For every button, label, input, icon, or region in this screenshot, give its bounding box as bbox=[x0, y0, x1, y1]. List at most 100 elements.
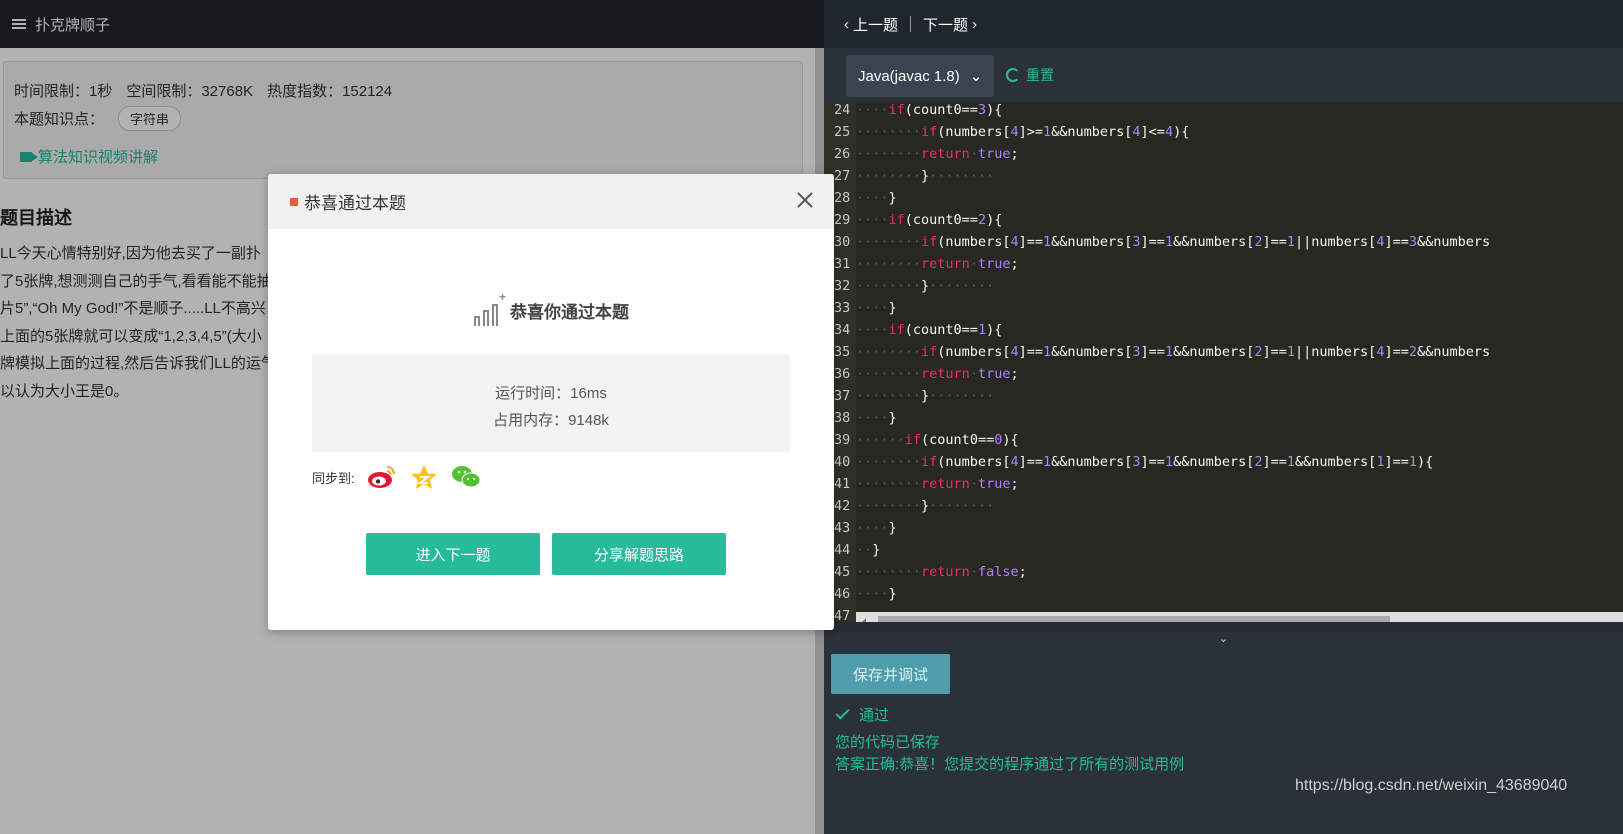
code-line[interactable]: 38 ····} bbox=[824, 407, 897, 429]
code-token: if bbox=[921, 124, 938, 140]
code-line[interactable]: 26 ········return·true; bbox=[824, 143, 1019, 165]
code-text: ····} bbox=[856, 300, 897, 316]
code-text: ····if(count0==3){ bbox=[856, 102, 1002, 118]
code-token: 4 bbox=[1010, 124, 1019, 140]
code-token: ){ bbox=[986, 322, 1003, 338]
code-token: 1 bbox=[1042, 454, 1052, 470]
code-text: ········return·true; bbox=[856, 476, 1019, 492]
indent-guide: ········ bbox=[856, 124, 922, 140]
code-text: ······if(count0==0){ bbox=[856, 432, 1019, 448]
code-token: } bbox=[888, 520, 897, 536]
reset-button[interactable]: 重置 bbox=[1006, 65, 1054, 85]
stats-box: 运行时间：16ms 占用内存：9148k bbox=[312, 354, 790, 452]
chevron-down-icon: ⌄ bbox=[969, 68, 983, 85]
run-time: 运行时间：16ms bbox=[495, 385, 607, 402]
code-line[interactable]: 35 ········if(numbers[4]==1&&numbers[3]==… bbox=[824, 341, 1490, 363]
code-line[interactable]: 33 ····} bbox=[824, 297, 897, 319]
code-token: ]== bbox=[1018, 234, 1043, 250]
code-text: ····if(count0==1){ bbox=[856, 322, 1002, 338]
indent-guide: ···· bbox=[856, 212, 889, 228]
code-token: ]== bbox=[1018, 344, 1043, 360]
code-line[interactable]: 30 ········if(numbers[4]==1&&numbers[3]==… bbox=[824, 231, 1490, 253]
code-token: ]== bbox=[1262, 344, 1287, 360]
language-value: Java(javac 1.8) bbox=[858, 67, 960, 85]
code-line[interactable]: 25 ········if(numbers[4]>=1&&numbers[4]<=… bbox=[824, 121, 1189, 143]
code-line[interactable]: 32 ········}········ bbox=[824, 275, 994, 297]
indent-guide: ······ bbox=[856, 432, 905, 448]
code-token: · bbox=[969, 476, 978, 492]
code-text: ········if(numbers[4]>=1&&numbers[4]<=4)… bbox=[856, 124, 1189, 140]
code-token: 1 bbox=[977, 322, 987, 338]
code-editor[interactable]: 24 ····if(count0==3){25 ········if(numbers… bbox=[824, 102, 1623, 622]
code-token: if bbox=[888, 102, 905, 118]
close-icon[interactable] bbox=[796, 191, 814, 209]
indent-guide: ···· bbox=[856, 586, 889, 602]
code-token: 1 bbox=[1286, 454, 1296, 470]
success-dialog: 恭喜通过本题 + 恭喜你通过本题 运行时间：16ms 占用内存：9148k 同步… bbox=[268, 174, 834, 630]
code-line[interactable]: 41 ········return·true; bbox=[824, 473, 1019, 495]
code-line[interactable]: 36 ········return·true; bbox=[824, 363, 1019, 385]
code-line[interactable]: 29 ····if(count0==2){ bbox=[824, 209, 1002, 231]
code-token: ]== bbox=[1384, 344, 1409, 360]
next-problem-button[interactable]: 进入下一题 bbox=[366, 533, 540, 575]
code-token: 3 bbox=[1132, 234, 1141, 250]
code-line[interactable]: 37 ········}········ bbox=[824, 385, 994, 407]
save-debug-button[interactable]: 保存并调试 bbox=[831, 654, 950, 694]
horizontal-scrollbar[interactable] bbox=[856, 612, 1623, 622]
code-line[interactable]: 34 ····if(count0==1){ bbox=[824, 319, 1002, 341]
prev-problem-link[interactable]: ‹ 上一题 bbox=[844, 14, 898, 35]
code-line[interactable]: 43 ····} bbox=[824, 517, 897, 539]
code-token: ){ bbox=[1002, 432, 1019, 448]
code-line[interactable]: 42 ········}········ bbox=[824, 495, 994, 517]
code-token: 3 bbox=[1132, 454, 1141, 470]
code-token: } bbox=[872, 542, 881, 558]
console-toggle[interactable]: ⌄ bbox=[824, 632, 1623, 646]
code-line[interactable]: 28 ····} bbox=[824, 187, 897, 209]
code-token: 1 bbox=[1286, 234, 1296, 250]
code-token: 1 bbox=[1042, 124, 1052, 140]
language-select[interactable]: Java(javac 1.8) ⌄ bbox=[846, 55, 994, 97]
code-token: (numbers[ bbox=[937, 124, 1011, 140]
code-text: ····} bbox=[856, 520, 897, 536]
code-token: ]== bbox=[1018, 454, 1043, 470]
code-line[interactable]: 40 ········if(numbers[4]==1&&numbers[3]==… bbox=[824, 451, 1433, 473]
code-token: · bbox=[969, 366, 978, 382]
code-token: true bbox=[977, 366, 1011, 382]
scrollbar-thumb[interactable] bbox=[878, 616, 1390, 622]
indent-guide: ········ bbox=[856, 498, 922, 514]
code-token: 1 bbox=[1042, 344, 1052, 360]
code-token: · bbox=[969, 256, 978, 272]
code-token: 2 bbox=[1254, 234, 1263, 250]
weibo-icon[interactable] bbox=[367, 464, 397, 490]
code-line[interactable]: 24 ····if(count0==3){ bbox=[824, 102, 1002, 121]
wechat-icon[interactable] bbox=[451, 464, 481, 490]
code-token: · bbox=[969, 146, 978, 162]
code-token: } bbox=[888, 586, 897, 602]
code-line[interactable]: 27 ········}········ bbox=[824, 165, 994, 187]
memory-usage: 占用内存：9148k bbox=[493, 412, 609, 429]
code-token: (count0== bbox=[904, 322, 978, 338]
sync-label: 同步到: bbox=[312, 470, 355, 486]
code-token: } bbox=[888, 190, 897, 206]
code-token: return bbox=[921, 564, 970, 580]
code-token: if bbox=[888, 322, 905, 338]
code-line[interactable]: 46 ····} bbox=[824, 583, 897, 605]
indent-guide: ········ bbox=[856, 234, 922, 250]
qzone-icon[interactable] bbox=[409, 464, 439, 490]
code-text: ····} bbox=[856, 190, 897, 206]
code-token: if bbox=[921, 454, 938, 470]
code-token: ]== bbox=[1262, 234, 1287, 250]
scroll-left-icon[interactable] bbox=[861, 618, 866, 622]
share-solution-button[interactable]: 分享解题思路 bbox=[552, 533, 726, 575]
code-line[interactable]: 45 ········return·false; bbox=[824, 561, 1027, 583]
code-line[interactable]: 39 ······if(count0==0){ bbox=[824, 429, 1019, 451]
indent-guide: ···· bbox=[856, 300, 889, 316]
code-line[interactable]: 31 ········return·true; bbox=[824, 253, 1019, 275]
editor-toolbar: Java(javac 1.8) ⌄ 重置 bbox=[824, 48, 1623, 102]
chevron-left-icon: ‹ bbox=[844, 15, 849, 33]
indent-guide: ········ bbox=[856, 366, 922, 382]
next-problem-link[interactable]: 下一题 › bbox=[923, 14, 977, 35]
code-token: return bbox=[921, 476, 970, 492]
pass-label: 通过 bbox=[859, 707, 890, 724]
code-text: ········if(numbers[4]==1&&numbers[3]==1&… bbox=[856, 344, 1490, 360]
